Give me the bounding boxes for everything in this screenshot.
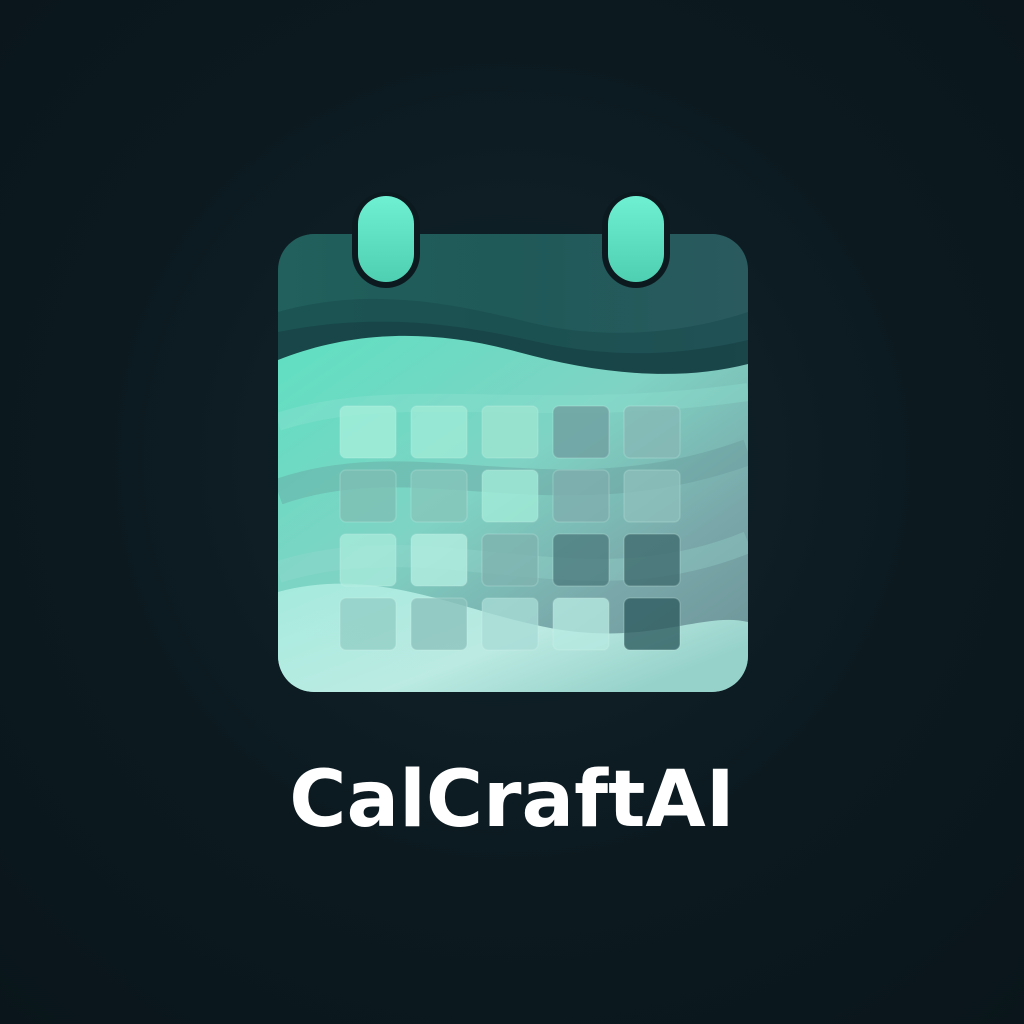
- calendar-day-cell: [410, 597, 468, 651]
- calendar-day-cell: [339, 469, 397, 523]
- calendar-day-cell: [339, 533, 397, 587]
- calendar-day-cell: [552, 469, 610, 523]
- calendar-day-cell: [410, 469, 468, 523]
- calendar-day-cell: [481, 597, 539, 651]
- calendar-icon: [278, 192, 748, 692]
- brand-wordmark: CalCraftAI: [289, 755, 735, 845]
- calendar-day-cell: [410, 533, 468, 587]
- calendar-day-cell: [623, 469, 681, 523]
- calendar-day-cell: [623, 405, 681, 459]
- calendar-day-cell: [623, 533, 681, 587]
- calendar-day-cell: [339, 597, 397, 651]
- calendar-day-cell: [623, 597, 681, 651]
- calendar-day-cell: [552, 405, 610, 459]
- calendar-day-cell: [481, 405, 539, 459]
- calendar-day-cell: [481, 469, 539, 523]
- calendar-day-cell: [339, 405, 397, 459]
- calendar-day-cell: [410, 405, 468, 459]
- calendar-day-cell: [481, 533, 539, 587]
- calendar-day-cell: [552, 597, 610, 651]
- calendar-day-cell: [552, 533, 610, 587]
